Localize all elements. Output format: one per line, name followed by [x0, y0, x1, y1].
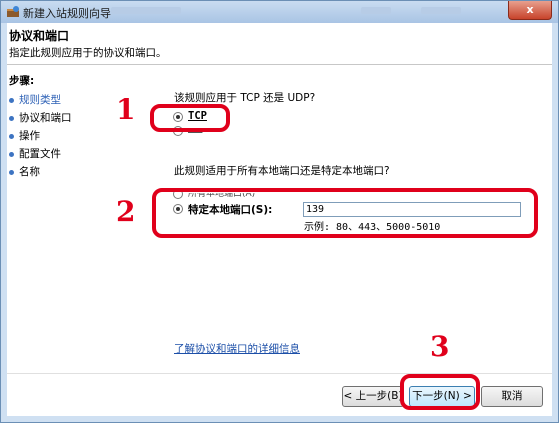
close-button[interactable]: x [508, 1, 552, 20]
step-item-name: 名称 [9, 164, 40, 179]
ports-question: 此规则适用于所有本地端口还是特定本地端口? [174, 165, 390, 177]
step-item-action: 操作 [9, 128, 40, 143]
page-subtitle: 指定此规则应用于的协议和端口。 [9, 47, 167, 59]
step-item-profile: 配置文件 [9, 146, 61, 161]
step-bullet-icon [9, 151, 14, 157]
obscured-title-area [421, 7, 461, 14]
steps-heading: 步骤: [9, 75, 35, 87]
cancel-button[interactable]: 取消 [481, 386, 543, 407]
obscured-title-area [361, 7, 391, 14]
annotation-number-3: 3 [430, 330, 450, 363]
step-bullet-icon [9, 115, 14, 121]
step-item-protocol-and-ports: 协议和端口 [9, 110, 72, 125]
step-bullet-icon [9, 133, 14, 139]
obscured-title-area [111, 7, 181, 14]
page-title: 协议和端口 [9, 29, 70, 43]
annotation-box-3 [400, 374, 480, 410]
annotation-number-1: 1 [116, 93, 136, 126]
title-bar[interactable]: 新建入站规则向导 x [1, 1, 558, 23]
step-item-rule-type[interactable]: 规则类型 [9, 92, 61, 107]
annotation-box-2 [152, 188, 538, 238]
help-link[interactable]: 了解协议和端口的详细信息 [174, 341, 300, 356]
annotation-box-1 [150, 104, 230, 132]
firewall-app-icon [7, 6, 19, 17]
annotation-number-2: 2 [116, 195, 136, 228]
step-bullet-icon [9, 169, 14, 175]
window-title: 新建入站规则向导 [23, 7, 111, 20]
step-bullet-icon [9, 97, 14, 103]
protocol-question: 该规则应用于 TCP 还是 UDP? [174, 92, 316, 104]
back-button[interactable]: < 上一步(B) [342, 386, 404, 407]
page-header: 协议和端口 指定此规则应用于的协议和端口。 [7, 23, 552, 65]
